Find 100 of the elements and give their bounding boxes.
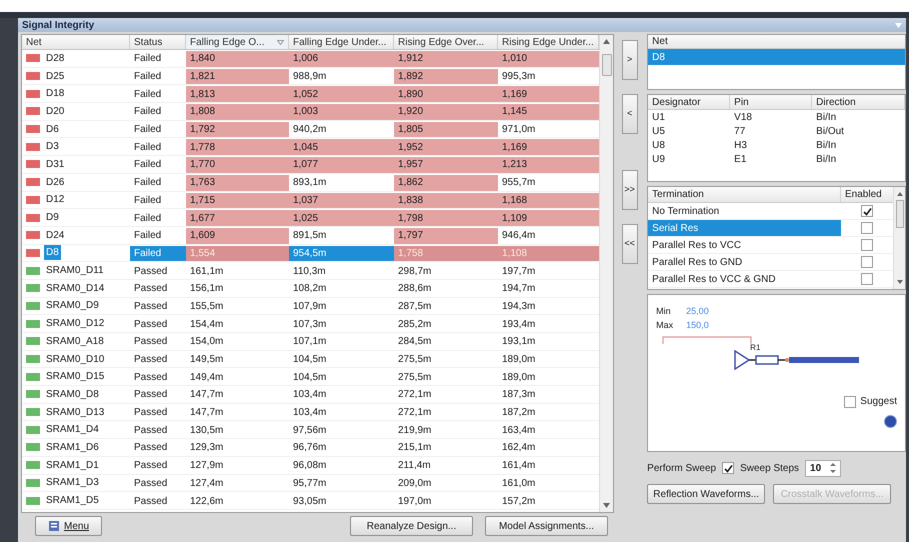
table-cell-text: V18	[733, 110, 753, 124]
table-cell: 1,798	[394, 209, 498, 226]
transfer-button[interactable]: <<	[622, 224, 638, 264]
list-item[interactable]: D8	[648, 49, 905, 65]
net-name: D26	[45, 176, 66, 190]
net-name: D3	[45, 140, 60, 154]
scroll-up-icon[interactable]	[603, 39, 610, 44]
termination-row[interactable]: Parallel Res to VCC	[648, 237, 893, 254]
enabled-checkbox[interactable]	[861, 239, 873, 251]
table-cell-text: 77	[733, 124, 746, 138]
scrollbar[interactable]	[893, 187, 905, 289]
enabled-checkbox[interactable]	[861, 222, 873, 234]
table-cell: 1,715	[186, 192, 289, 208]
table-row[interactable]: D12 Failed 1,715 1,037 1,838 1,168	[22, 192, 599, 210]
menu-button[interactable]: Menu	[35, 516, 102, 536]
table-row[interactable]: SRAM0_D10 Passed 149,5m 104,5m 275,5m 189,0m	[22, 350, 599, 368]
termination-row[interactable]: Parallel Res to GND	[648, 254, 893, 271]
table-cell: 1,862	[394, 174, 498, 190]
table-row[interactable]: D18 Failed 1,813 1,052 1,890 1,169	[22, 85, 599, 104]
help-icon[interactable]	[884, 415, 897, 428]
table-cell-text: U8	[651, 138, 666, 152]
column-header[interactable]: Termination	[648, 187, 841, 202]
table-row[interactable]: D6 Failed 1,792 940,2m 1,805 971,0m	[22, 120, 599, 138]
column-header[interactable]: Net	[648, 35, 905, 49]
termination-row[interactable]: Parallel Res to VCC & GND	[648, 271, 893, 288]
spinner-icon[interactable]	[830, 462, 836, 474]
table-cell: 108,2m	[289, 280, 394, 297]
table-row[interactable]: D25 Failed 1,821 988,9m 1,892 995,3m	[22, 68, 599, 86]
table-row[interactable]: SRAM1_D6 Passed 129,3m 96,76m 215,1m 162,4m	[22, 439, 599, 457]
table-row[interactable]: SRAM0_A18 Passed 154,0m 107,1m 284,5m 193,1m	[22, 333, 599, 351]
scroll-down-icon[interactable]	[603, 503, 610, 508]
table-cell: 1,778	[186, 138, 289, 156]
sweep-label: Perform Sweep	[647, 462, 716, 476]
scroll-down-icon[interactable]	[896, 280, 902, 284]
table-cell: 110,3m	[289, 262, 394, 279]
net-name: SRAM0_D15	[45, 370, 106, 384]
scroll-up-icon[interactable]	[896, 192, 902, 196]
table-cell: 287,5m	[394, 298, 498, 314]
net-name: SRAM0_D14	[45, 282, 106, 296]
table-cell: 1,003	[289, 103, 394, 120]
enabled-checkbox[interactable]	[861, 205, 873, 217]
table-row[interactable]: SRAM0_D12 Passed 154,4m 107,3m 285,2m 193,4m	[22, 315, 599, 333]
net-name: SRAM1_D1	[45, 458, 100, 473]
column-header[interactable]: Falling Edge Under...	[289, 35, 394, 49]
table-row[interactable]: SRAM1_D4 Passed 130,5m 97,56m 219,9m 163,4m	[22, 421, 599, 440]
column-header[interactable]: Enabled	[841, 187, 893, 202]
reflection-waveforms-button[interactable]: Reflection Waveforms...	[647, 484, 766, 504]
column-header[interactable]: Falling Edge O...	[186, 35, 289, 49]
table-cell: 1,045	[289, 138, 394, 156]
table-row[interactable]: D31 Failed 1,770 1,077 1,957 1,213	[22, 156, 599, 174]
table-row[interactable]: D3 Failed 1,778 1,045 1,952 1,169	[22, 138, 599, 156]
table-row[interactable]: SRAM0_D15 Passed 149,4m 104,5m 275,5m 189,0m	[22, 368, 599, 386]
column-header[interactable]: Direction	[812, 95, 905, 109]
dropdown-icon[interactable]	[895, 22, 902, 28]
suggest-checkbox[interactable]	[844, 396, 856, 408]
table-row[interactable]: SRAM1_D3 Passed 127,4m 95,77m 209,0m 161,0m	[22, 474, 599, 492]
table-row[interactable]: D8 Failed 1,554 954,5m 1,758 1,108	[22, 244, 599, 262]
window-title: Signal Integrity	[22, 18, 94, 32]
table-row[interactable]: SRAM0_D9 Passed 155,5m 107,9m 287,5m 194,3m	[22, 298, 599, 316]
table-cell: 284,5m	[394, 333, 498, 350]
table-cell: 1,797	[394, 226, 498, 244]
table-cell: Passed	[130, 404, 186, 420]
transfer-button[interactable]: >>	[622, 170, 638, 210]
table-row[interactable]: SRAM1_D1 Passed 127,9m 96,08m 211,4m 161,4m	[22, 456, 599, 474]
table-row[interactable]: SRAM1_D5 Passed 122,6m 93,05m 197,0m 157,2m	[22, 492, 599, 510]
scrollbar[interactable]	[599, 35, 613, 512]
enabled-checkbox[interactable]	[861, 273, 873, 285]
table-row[interactable]: SRAM0_D11 Passed 161,1m 110,3m 298,7m 197,7m	[22, 262, 599, 280]
table-cell: 104,5m	[289, 350, 394, 368]
transfer-button[interactable]: <	[622, 94, 638, 134]
model-assignments-button[interactable]: Model Assignments...	[485, 516, 608, 536]
scroll-thumb[interactable]	[896, 200, 904, 228]
net-name: SRAM1_D3	[45, 476, 100, 490]
table-row[interactable]: D28 Failed 1,840 1,006 1,912 1,010	[22, 50, 599, 68]
table-row[interactable]: D9 Failed 1,677 1,025 1,798 1,109	[22, 209, 599, 227]
table-row[interactable]: D20 Failed 1,808 1,003 1,920 1,145	[22, 103, 599, 121]
column-header[interactable]: Pin	[730, 95, 812, 109]
table-cell: 1,677	[186, 209, 289, 226]
table-cell: Failed	[130, 244, 186, 262]
transfer-button[interactable]: >	[622, 40, 638, 80]
net-name: D9	[45, 211, 60, 226]
table-cell: 127,9m	[186, 456, 289, 474]
sweep-checkbox[interactable]	[722, 462, 734, 474]
table-row[interactable]: D26 Failed 1,763 893,1m 1,862 955,7m	[22, 174, 599, 192]
table-row[interactable]: SRAM0_D14 Passed 156,1m 108,2m 288,6m 194,7m	[22, 280, 599, 298]
column-header[interactable]: Rising Edge Over...	[394, 35, 498, 49]
net-name: SRAM0_A18	[45, 334, 105, 349]
reanalyze-button[interactable]: Reanalyze Design...	[350, 516, 473, 536]
table-row[interactable]: D24 Failed 1,609 891,5m 1,797 946,4m	[22, 226, 599, 245]
table-row[interactable]: SRAM0_D13 Passed 147,7m 103,4m 272,1m 187,2m	[22, 404, 599, 422]
enabled-checkbox[interactable]	[861, 256, 873, 268]
table-cell: 155,5m	[186, 298, 289, 314]
column-header[interactable]: Net	[22, 35, 130, 49]
column-header[interactable]: Designator	[648, 95, 730, 109]
menu-icon	[48, 520, 60, 532]
table-cell: 1,920	[394, 103, 498, 120]
scroll-thumb[interactable]	[602, 54, 612, 76]
steps-field[interactable]: 10	[805, 460, 842, 476]
table-row[interactable]: SRAM0_D8 Passed 147,7m 103,4m 272,1m 187,3m	[22, 386, 599, 404]
table-cell: 1,037	[289, 192, 394, 208]
